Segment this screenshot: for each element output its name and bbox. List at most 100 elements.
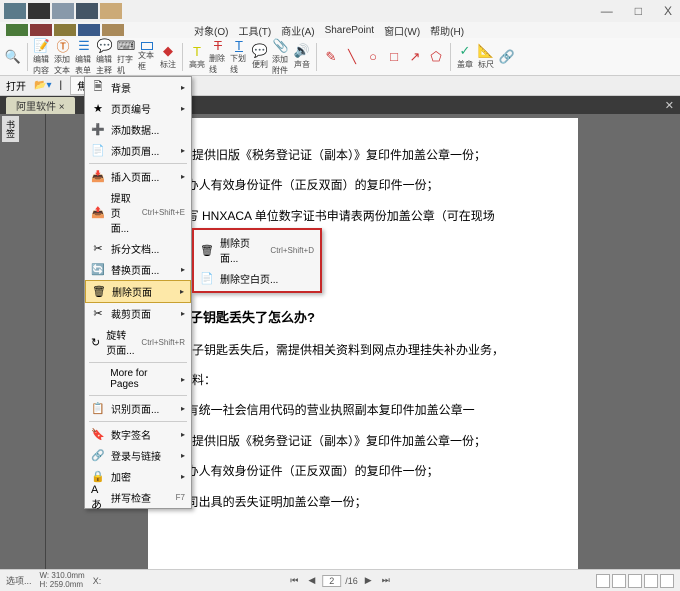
ribbon-toolbar: 🔍 📝编辑内容 Ⓣ添加文本 ☰编辑表单 💬编辑主释 ⌨打字机 文本框 ◆标注 T… [0, 38, 680, 76]
menu-object[interactable]: 对象(O) [194, 23, 228, 38]
title-blocks [4, 3, 122, 19]
ribbon-pencil-icon[interactable]: ✎ [322, 42, 340, 72]
view-mode-3[interactable] [628, 574, 642, 588]
last-page-button[interactable]: ⏭ [379, 575, 393, 586]
submenu-item-label: 删除页面... [220, 235, 264, 265]
menu-sharepoint[interactable]: SharePoint [325, 25, 374, 36]
menu-item-icon: 🔄 [91, 263, 105, 277]
menu-item[interactable]: Aあ拼写检查F7 [85, 487, 191, 508]
close-button[interactable]: X [660, 4, 676, 18]
minimize-button[interactable]: — [597, 4, 617, 18]
menu-item[interactable]: ✂拆分文档... [85, 238, 191, 259]
submenu-item-icon: 📄 [200, 272, 214, 286]
menu-item[interactable]: 📤提取页面...Ctrl+Shift+E [85, 187, 191, 238]
ribbon-strikeout[interactable]: T删除线 [209, 42, 227, 72]
menu-shortcut: F7 [176, 493, 185, 502]
menu-item[interactable]: 🗎背景▸ [85, 77, 191, 98]
menu-item-label: 删除页面 [112, 284, 152, 299]
ribbon-callout[interactable]: ◆标注 [159, 42, 177, 72]
doc-line: 沂需资料： [156, 367, 564, 393]
menu-shortcut: Ctrl+Shift+E [142, 208, 185, 217]
separator: | [59, 80, 62, 91]
ribbon-typewriter[interactable]: ⌨打字机 [117, 42, 135, 72]
ribbon-link-icon[interactable]: 🔗 [498, 42, 516, 72]
open-label: 打开 [6, 78, 26, 93]
menu-item-icon [91, 372, 104, 386]
ribbon-zoom-icon[interactable]: 🔍 [4, 42, 22, 72]
submenu-arrow-icon: ▸ [181, 146, 185, 155]
menu-item-label: 拆分文档... [111, 241, 159, 256]
menu-tools[interactable]: 工具(T) [238, 23, 271, 38]
menu-item-label: 背景 [111, 80, 131, 95]
view-mode-2[interactable] [612, 574, 626, 588]
menu-item[interactable]: 📥插入页面...▸ [85, 166, 191, 187]
maximize-button[interactable]: □ [631, 4, 646, 18]
menu-item[interactable]: 🔄替换页面...▸ [85, 259, 191, 280]
ribbon-line-icon[interactable]: ╲ [343, 42, 361, 72]
ribbon-edit-comment[interactable]: 💬编辑主释 [96, 42, 114, 72]
ribbon-ruler[interactable]: 📐标尺 [477, 42, 495, 72]
document-tab[interactable]: 阿里软件 × [6, 97, 75, 114]
view-mode-1[interactable] [596, 574, 610, 588]
doc-line: 份；或提供旧版《税务登记证（副本）》复印件加盖公章一份； [156, 142, 564, 168]
menu-item-icon: ✂ [91, 307, 105, 321]
menu-item[interactable]: ★页页编号▸ [85, 98, 191, 119]
menu-item[interactable]: More for Pages▸ [85, 365, 191, 393]
open-dropdown-icon[interactable]: 📂▾ [34, 80, 51, 91]
ribbon-sound[interactable]: 🔊声音 [293, 42, 311, 72]
ribbon-highlight[interactable]: T高亮 [188, 42, 206, 72]
menu-item[interactable]: 🗑删除页面▸ [85, 280, 191, 303]
ribbon-attach[interactable]: 📎添加附件 [272, 42, 290, 72]
menu-item[interactable]: ➕添加数据... [85, 119, 191, 140]
menu-help[interactable]: 帮助(H) [430, 23, 464, 38]
doc-line: 2、经办人有效身份证件（正反双面）的复印件一份； [156, 458, 564, 484]
ribbon-edit-content[interactable]: 📝编辑内容 [33, 42, 51, 72]
submenu-shortcut: Ctrl+Shift+D [270, 246, 314, 255]
ribbon-square-icon[interactable]: □ [385, 42, 403, 72]
page-dimensions: W: 310.0mmH: 259.0mm [40, 572, 85, 590]
submenu-item[interactable]: 🗑删除页面...Ctrl+Shift+D [194, 232, 320, 268]
menu-item-icon: 🔗 [91, 449, 105, 463]
ribbon-edit-form[interactable]: ☰编辑表单 [75, 42, 93, 72]
view-mode-4[interactable] [644, 574, 658, 588]
menu-item-label: 页页编号 [111, 101, 151, 116]
menu-item[interactable]: 🔖数字签名▸ [85, 424, 191, 445]
menu-item[interactable]: ✂裁剪页面▸ [85, 303, 191, 324]
menu-item[interactable]: 🔗登录与链接▸ [85, 445, 191, 466]
menu-item-label: 数字签名 [111, 427, 151, 442]
tabbar-close-icon[interactable]: ✕ [665, 99, 674, 112]
submenu-arrow-icon: ▸ [181, 430, 185, 439]
submenu-arrow-icon: ▸ [181, 172, 185, 181]
next-page-button[interactable]: ▶ [362, 575, 375, 586]
first-page-button[interactable]: ⏮ [287, 575, 301, 586]
x-coord-label: X: [93, 576, 102, 586]
ribbon-polygon-icon[interactable]: ⬠ [427, 42, 445, 72]
menu-item-icon: ↻ [91, 335, 100, 349]
ribbon-stamp[interactable]: ✓盖章 [456, 42, 474, 72]
menu-item-label: 插入页面... [111, 169, 159, 184]
menu-item[interactable]: 📄添加页眉...▸ [85, 140, 191, 161]
view-mode-5[interactable] [660, 574, 674, 588]
ribbon-arrow-icon[interactable]: ↗ [406, 42, 424, 72]
submenu-arrow-icon: ▸ [181, 404, 185, 413]
submenu-arrow-icon: ▸ [181, 104, 185, 113]
page-input[interactable]: 2 [322, 575, 341, 587]
status-options[interactable]: 选项... [6, 574, 32, 587]
submenu-item[interactable]: 📄 删除空白页... [194, 268, 320, 289]
menu-item-label: 裁剪页面 [111, 306, 151, 321]
bookmarks-tab[interactable]: 书签 [2, 116, 19, 142]
menu-item-icon: 📄 [91, 144, 105, 158]
submenu-arrow-icon: ▸ [181, 451, 185, 460]
ribbon-add-text[interactable]: Ⓣ添加文本 [54, 42, 72, 72]
menu-item[interactable]: 📋识别页面...▸ [85, 398, 191, 419]
ribbon-note[interactable]: 💬便利 [251, 42, 269, 72]
menu-item[interactable]: ↻旋转页面...Ctrl+Shift+R [85, 324, 191, 360]
ribbon-underline[interactable]: T下划线 [230, 42, 248, 72]
submenu-item-label: 删除空白页... [220, 271, 278, 286]
menu-window[interactable]: 窗口(W) [384, 23, 420, 38]
ribbon-textbox[interactable]: 文本框 [138, 42, 156, 72]
prev-page-button[interactable]: ◀ [305, 575, 318, 586]
submenu-arrow-icon: ▸ [181, 472, 185, 481]
ribbon-circle-icon[interactable]: ○ [364, 42, 382, 72]
menu-business[interactable]: 商业(A) [281, 23, 314, 38]
